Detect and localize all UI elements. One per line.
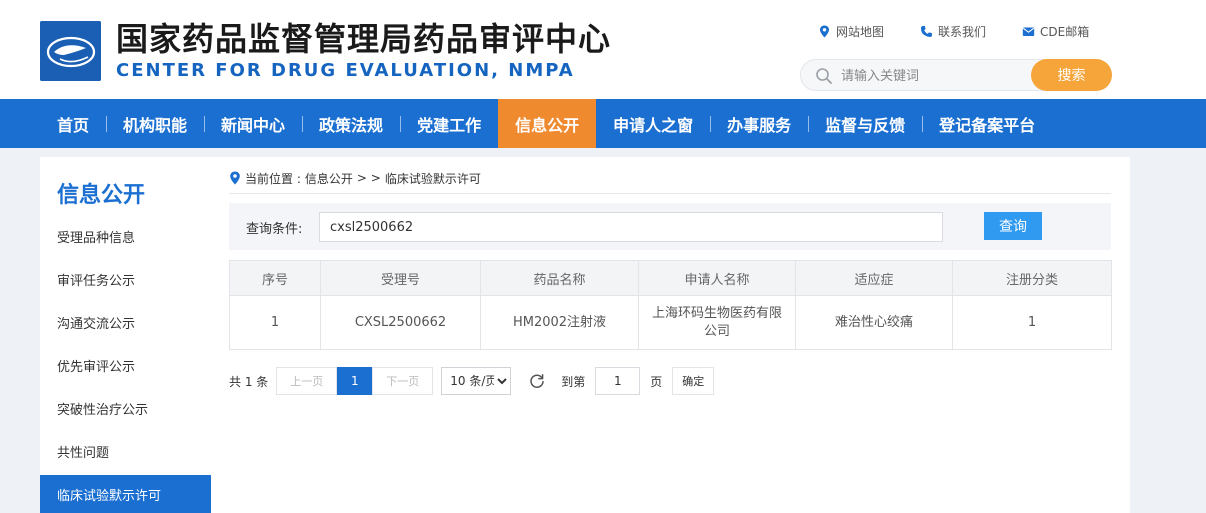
query-bar: 查询条件: 查询 — [229, 203, 1111, 250]
breadcrumb-divider — [229, 193, 1111, 194]
goto-confirm-button[interactable]: 确定 — [672, 367, 715, 395]
site-search: 搜索 — [800, 59, 1112, 91]
col-header-applicant: 申请人名称 — [638, 260, 796, 296]
col-header-drug-name: 药品名称 — [480, 260, 639, 296]
nav-item-supervision[interactable]: 监督与反馈 — [808, 99, 922, 148]
top-links: 网站地图 联系我们 CDE邮箱 — [818, 22, 1089, 40]
sidebar-item-communication[interactable]: 沟通交流公示 — [40, 303, 211, 341]
site-title-cn: 国家药品监督管理局药品审评中心 — [116, 20, 612, 58]
cde-logo-emblem-icon — [40, 21, 101, 81]
cell-registration-class: 1 — [952, 295, 1112, 350]
main-content: 当前位置 : 信息公开 > > 临床试验默示许可 查询条件: 查询 序号 受理号… — [211, 157, 1130, 513]
cell-acceptance-no: CXSL2500662 — [320, 295, 481, 350]
refresh-icon[interactable] — [529, 373, 545, 389]
cde-logo[interactable] — [40, 21, 101, 81]
phone-icon — [920, 25, 933, 37]
search-button[interactable]: 搜索 — [1031, 59, 1112, 91]
cell-serial: 1 — [229, 295, 321, 350]
sidebar-item-breakthrough[interactable]: 突破性治疗公示 — [40, 389, 211, 427]
pagination: 共 1 条 上一页 1 下一页 10 条/页 到第 页 确定 — [229, 367, 715, 395]
query-label: 查询条件: — [246, 222, 303, 237]
nav-item-news[interactable]: 新闻中心 — [204, 99, 302, 148]
nav-item-party[interactable]: 党建工作 — [400, 99, 498, 148]
sidebar: 信息公开 受理品种信息 审评任务公示 沟通交流公示 优先审评公示 突破性治疗公示… — [40, 157, 211, 513]
breadcrumb-current: 临床试验默示许可 — [384, 171, 481, 186]
main-nav: 首页 机构职能 新闻中心 政策法规 党建工作 信息公开 申请人之窗 办事服务 监… — [0, 99, 1206, 148]
sidebar-item-common-issues[interactable]: 共性问题 — [40, 432, 211, 470]
cell-indication: 难治性心绞痛 — [795, 295, 953, 350]
total-count: 共 1 条 — [229, 374, 269, 389]
nav-item-functions[interactable]: 机构职能 — [106, 99, 204, 148]
sidebar-title: 信息公开 — [57, 183, 146, 208]
cde-mail-link[interactable]: CDE邮箱 — [1022, 22, 1089, 40]
goto-page-input[interactable] — [595, 367, 641, 395]
nav-item-registration[interactable]: 登记备案平台 — [922, 99, 1052, 148]
col-header-indication: 适应症 — [795, 260, 953, 296]
page-number-button[interactable]: 1 — [337, 367, 373, 395]
query-button[interactable]: 查询 — [984, 212, 1042, 240]
table-row[interactable]: 1 CXSL2500662 HM2002注射液 上海环码生物医药有限公司 难治性… — [229, 295, 1112, 350]
col-header-registration-class: 注册分类 — [952, 260, 1112, 296]
results-table: 序号 受理号 药品名称 申请人名称 适应症 注册分类 1 CXSL2500662… — [229, 260, 1112, 350]
sidebar-item-accepted-varieties[interactable]: 受理品种信息 — [40, 217, 211, 255]
keyword-search-input[interactable] — [841, 65, 1021, 87]
contact-link[interactable]: 联系我们 — [920, 22, 986, 40]
contact-link-label: 联系我们 — [938, 24, 987, 39]
breadcrumb-separator: > > — [356, 171, 381, 185]
table-header-row: 序号 受理号 药品名称 申请人名称 适应症 注册分类 — [229, 260, 1112, 296]
sidebar-item-clinical-trial-permit[interactable]: 临床试验默示许可 — [40, 475, 211, 513]
map-pin-icon — [820, 25, 829, 37]
sitemap-link[interactable]: 网站地图 — [818, 22, 884, 40]
nav-item-info-disclosure[interactable]: 信息公开 — [498, 99, 597, 148]
prev-page-button[interactable]: 上一页 — [276, 367, 338, 395]
sitemap-link-label: 网站地图 — [836, 24, 885, 39]
cell-drug-name: HM2002注射液 — [480, 295, 639, 350]
sidebar-item-priority-review[interactable]: 优先审评公示 — [40, 346, 211, 384]
search-icon — [816, 68, 832, 84]
breadcrumb: 当前位置 : 信息公开 > > 临床试验默示许可 — [229, 169, 481, 187]
location-pin-icon — [230, 171, 240, 185]
site-title-en: CENTER FOR DRUG EVALUATION, NMPA — [116, 60, 575, 81]
site-header: 国家药品监督管理局药品审评中心 CENTER FOR DRUG EVALUATI… — [0, 0, 1206, 99]
page-size-select[interactable]: 10 条/页 — [441, 367, 512, 395]
breadcrumb-prefix: 当前位置 : — [245, 171, 301, 186]
query-input[interactable] — [319, 212, 943, 242]
page-unit-label: 页 — [650, 374, 663, 389]
nav-item-applicant[interactable]: 申请人之窗 — [596, 99, 710, 148]
nav-item-policy[interactable]: 政策法规 — [302, 99, 400, 148]
cde-mail-link-label: CDE邮箱 — [1040, 24, 1090, 39]
col-header-serial: 序号 — [229, 260, 321, 296]
cell-applicant: 上海环码生物医药有限公司 — [638, 295, 796, 350]
breadcrumb-section[interactable]: 信息公开 — [305, 170, 353, 187]
next-page-button[interactable]: 下一页 — [372, 367, 434, 395]
nav-item-services[interactable]: 办事服务 — [710, 99, 808, 148]
mail-icon — [1022, 27, 1035, 36]
nav-item-home[interactable]: 首页 — [40, 99, 106, 148]
sidebar-item-review-tasks[interactable]: 审评任务公示 — [40, 260, 211, 298]
goto-label: 到第 — [561, 374, 586, 389]
col-header-acceptance-no: 受理号 — [320, 260, 481, 296]
